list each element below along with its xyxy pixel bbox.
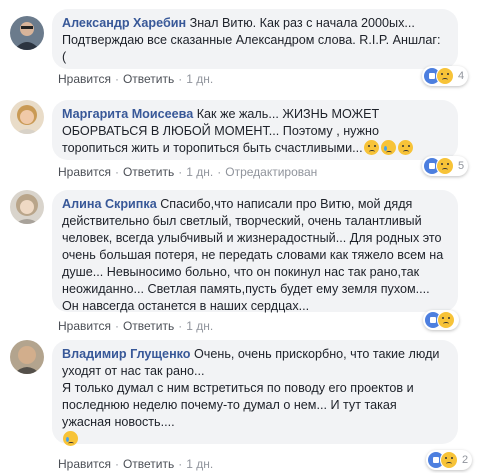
comment-actions: Нравится · Ответить · 1 дн. bbox=[58, 457, 214, 471]
timestamp[interactable]: 1 дн. bbox=[186, 165, 213, 179]
comment-text: Спасибо,что написали про Витю, мой дядя … bbox=[62, 197, 444, 313]
comment-1: Александр Харебин Знал Витю. Как раз с н… bbox=[0, 0, 491, 92]
reaction-count: 2 bbox=[462, 454, 469, 466]
avatar[interactable] bbox=[10, 340, 44, 374]
crying-emoji-icon bbox=[63, 431, 78, 446]
like-link[interactable]: Нравится bbox=[58, 457, 111, 471]
reaction-count: 4 bbox=[458, 70, 465, 82]
comment-actions: Нравится · Ответить · 1 дн. · Отредактирован bbox=[58, 165, 318, 179]
comment-text: Я только думал с ним встретиться по пово… bbox=[62, 381, 414, 429]
reactions-badge[interactable]: 4 bbox=[422, 66, 469, 86]
comment-author[interactable]: Маргарита Моисеева bbox=[62, 107, 193, 121]
reply-link[interactable]: Ответить bbox=[123, 72, 174, 86]
sad-emoji-icon bbox=[397, 140, 413, 155]
sad-emoji-icon bbox=[363, 140, 379, 155]
comment-author[interactable]: Александр Харебин bbox=[62, 16, 186, 30]
reactions-badge[interactable]: 5 bbox=[422, 156, 469, 176]
timestamp[interactable]: 1 дн. bbox=[186, 72, 213, 86]
timestamp[interactable]: 1 дн. bbox=[186, 457, 213, 471]
comment-bubble: Александр Харебин Знал Витю. Как раз с н… bbox=[52, 9, 458, 69]
crying-emoji-icon bbox=[380, 140, 396, 155]
reaction-count: 5 bbox=[458, 160, 465, 172]
avatar-photo-icon bbox=[10, 190, 44, 224]
avatar[interactable] bbox=[10, 100, 44, 134]
comment-bubble: Маргарита Моисеева Как же жаль... ЖИЗНЬ … bbox=[52, 100, 458, 160]
like-link[interactable]: Нравится bbox=[58, 165, 111, 179]
comment-bubble: Алина Скрипка Спасибо,что написали про В… bbox=[52, 190, 458, 313]
comment-2: Маргарита Моисеева Как же жаль... ЖИЗНЬ … bbox=[0, 92, 491, 182]
avatar[interactable] bbox=[10, 190, 44, 224]
comment-actions: Нравится · Ответить · 1 дн. bbox=[58, 72, 214, 86]
comment-bubble: Владимир Глущенко Очень, очень прискорбн… bbox=[52, 340, 458, 446]
avatar[interactable] bbox=[10, 16, 44, 50]
avatar-photo-icon bbox=[10, 16, 44, 50]
avatar-photo-icon bbox=[10, 100, 44, 134]
sad-icon bbox=[440, 451, 458, 469]
avatar-photo-icon bbox=[10, 340, 44, 374]
comment-3: Алина Скрипка Спасибо,что написали про В… bbox=[0, 182, 491, 333]
reactions-badge[interactable]: 2 bbox=[426, 450, 473, 470]
comment-author[interactable]: Владимир Глущенко bbox=[62, 347, 191, 361]
sad-icon bbox=[437, 311, 455, 329]
edited-label[interactable]: Отредактирован bbox=[225, 165, 317, 179]
reply-link[interactable]: Ответить bbox=[123, 457, 174, 471]
comment-author[interactable]: Алина Скрипка bbox=[62, 197, 157, 211]
comment-4: Владимир Глущенко Очень, очень прискорбн… bbox=[0, 330, 491, 473]
reply-link[interactable]: Ответить bbox=[123, 165, 174, 179]
reactions-badge[interactable] bbox=[423, 310, 459, 330]
like-link[interactable]: Нравится bbox=[58, 72, 111, 86]
sad-icon bbox=[436, 67, 454, 85]
sad-icon bbox=[436, 157, 454, 175]
